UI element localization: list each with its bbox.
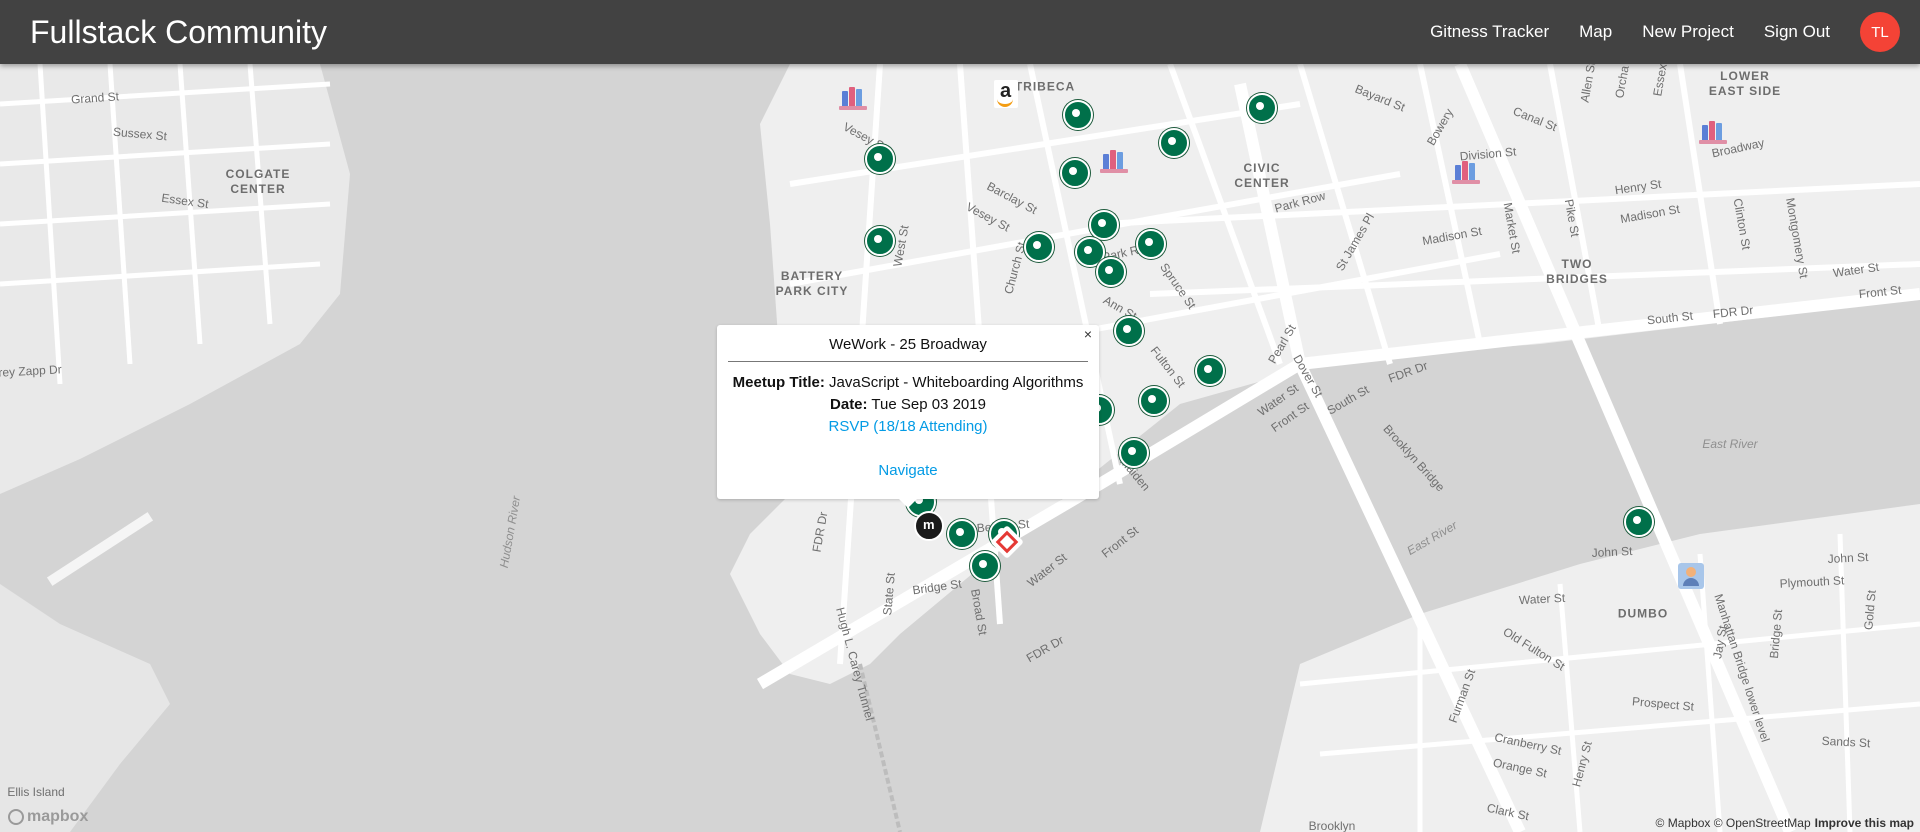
brand-title[interactable]: Fullstack Community xyxy=(30,0,327,64)
popup-venue-title: WeWork - 25 Broadway xyxy=(829,336,987,353)
meetup-venue-marker[interactable]: m xyxy=(914,511,944,541)
library-books-marker[interactable] xyxy=(1451,156,1481,184)
library-books-marker[interactable] xyxy=(838,82,868,110)
library-books-marker[interactable] xyxy=(1099,145,1129,173)
district-label-lower-east-side: LOWER EAST SIDE xyxy=(1708,69,1782,98)
starbucks-marker[interactable] xyxy=(865,144,895,174)
nav-link-sign-out[interactable]: Sign Out xyxy=(1764,22,1830,42)
popup-date-label: Date: xyxy=(830,396,868,413)
popup-meetup-title: Meetup Title: JavaScript - Whiteboarding… xyxy=(717,372,1099,394)
nav-link-map[interactable]: Map xyxy=(1579,22,1612,42)
nav-links: Gitness Tracker Map New Project Sign Out… xyxy=(1400,0,1900,64)
improve-map-link[interactable]: Improve this map xyxy=(1815,816,1914,830)
navigate-link[interactable]: Navigate xyxy=(878,462,937,479)
district-label-colgate-center: COLGATE CENTER xyxy=(225,167,291,196)
district-label-civic-center: CIVIC CENTER xyxy=(1234,161,1290,190)
starbucks-marker[interactable] xyxy=(970,551,1000,581)
avatar[interactable]: TL xyxy=(1860,12,1900,52)
starbucks-marker[interactable] xyxy=(1624,507,1654,537)
starbucks-marker[interactable] xyxy=(1024,232,1054,262)
district-label-dumbo: DUMBO xyxy=(1617,606,1669,621)
popup-date-value: Tue Sep 03 2019 xyxy=(867,396,986,413)
nav-link-new-project[interactable]: New Project xyxy=(1642,22,1734,42)
mapbox-logo[interactable]: mapbox xyxy=(8,808,88,826)
street-label: Water St xyxy=(1518,590,1566,608)
starbucks-marker[interactable] xyxy=(1060,158,1090,188)
rsvp-link[interactable]: RSVP (18/18 Attending) xyxy=(829,418,988,435)
attribution-text[interactable]: © Mapbox © OpenStreetMap xyxy=(1656,816,1811,830)
starbucks-marker[interactable] xyxy=(1096,257,1126,287)
water-label-east-river-1: East River xyxy=(1702,437,1758,451)
district-label-tribeca: TRIBECA xyxy=(1014,79,1076,94)
venue-popup: × WeWork - 25 Broadway Meetup Title: Jav… xyxy=(717,325,1099,508)
street-label: Sands St xyxy=(1821,733,1871,751)
starbucks-marker[interactable] xyxy=(1089,210,1119,240)
map-canvas[interactable]: COLGATE CENTER BATTERY PARK CITY TRIBECA C… xyxy=(0,64,1920,832)
starbucks-marker[interactable] xyxy=(1063,100,1093,130)
street-label: Brooklyn xyxy=(1308,819,1356,832)
starbucks-marker[interactable] xyxy=(865,226,895,256)
close-icon[interactable]: × xyxy=(1084,326,1092,342)
library-books-marker[interactable] xyxy=(1698,116,1728,144)
street-label: John St xyxy=(1591,543,1633,561)
starbucks-marker[interactable] xyxy=(1159,128,1189,158)
starbucks-marker[interactable] xyxy=(1247,93,1277,123)
nav-link-gitness-tracker[interactable]: Gitness Tracker xyxy=(1430,22,1549,42)
coworking-user-marker[interactable] xyxy=(1678,563,1704,589)
street-label: John St xyxy=(1827,549,1869,567)
popup-meetup-label: Meetup Title: xyxy=(732,374,825,391)
popup-date: Date: Tue Sep 03 2019 xyxy=(717,394,1099,416)
starbucks-marker[interactable] xyxy=(1136,229,1166,259)
starbucks-marker[interactable] xyxy=(1119,438,1149,468)
starbucks-marker[interactable] xyxy=(947,519,977,549)
amazon-marker[interactable]: a xyxy=(994,80,1018,108)
map-attribution: © Mapbox © OpenStreetMap Improve this map xyxy=(1656,816,1914,830)
popup-divider xyxy=(728,361,1088,362)
district-label-two-bridges: TWO BRIDGES xyxy=(1546,257,1608,286)
popup-meetup-value: JavaScript - Whiteboarding Algorithms xyxy=(824,374,1084,391)
district-label-battery-park-city: BATTERY PARK CITY xyxy=(775,269,849,298)
street-label: Ellis Island xyxy=(7,785,65,799)
starbucks-marker[interactable] xyxy=(1195,356,1225,386)
mapbox-logo-icon xyxy=(8,808,24,825)
starbucks-marker[interactable] xyxy=(1139,386,1169,416)
navbar: Fullstack Community Gitness Tracker Map … xyxy=(0,0,1920,64)
starbucks-marker[interactable] xyxy=(1114,316,1144,346)
